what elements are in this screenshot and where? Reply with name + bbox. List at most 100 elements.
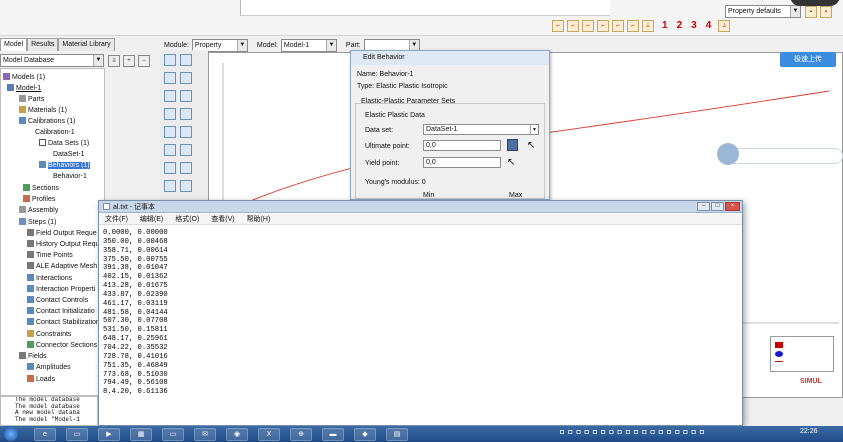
tree-item-contact-initialization[interactable]: Contact Initializatio [27, 306, 95, 317]
notepad-text-area[interactable]: 0.0000, 0.00000 350.00, 0.00468 358.71, … [103, 229, 168, 397]
create-profile-icon[interactable] [164, 108, 176, 120]
display-options-icon[interactable]: ▪ [820, 6, 832, 18]
tree-item-model-1[interactable]: Model-1 [7, 83, 41, 94]
tree-item-constraints[interactable]: Constraints [27, 329, 71, 340]
calibration-manager-icon[interactable] [180, 180, 192, 192]
section-assignment-manager-icon[interactable] [180, 90, 192, 102]
view-2-button[interactable]: 2 [677, 20, 683, 32]
view-back-icon[interactable]: ⌐ [567, 20, 579, 32]
skin-icon[interactable] [164, 162, 176, 174]
ultimate-point-field[interactable]: 0,0 [423, 140, 501, 151]
view-front-icon[interactable]: ⌐ [552, 20, 564, 32]
menu-file[interactable]: 文件(F) [105, 216, 128, 223]
view-bottom-icon[interactable]: ⌐ [597, 20, 609, 32]
tree-item-ale-adaptive-mesh[interactable]: ALE Adaptive Mesh [27, 261, 97, 272]
tree-item-contact-controls[interactable]: Contact Controls [27, 295, 88, 306]
taskbar-chat-icon[interactable]: ✉ [194, 428, 216, 441]
tree-item-field-output[interactable]: Field Output Reque [27, 228, 97, 239]
tab-results[interactable]: Results [27, 38, 59, 51]
taskbar-explorer-icon[interactable]: ▭ [66, 428, 88, 441]
minimize-icon[interactable]: – [697, 202, 710, 211]
tree-item-fields[interactable]: Fields [19, 351, 47, 362]
pick-cursor-icon[interactable]: ↖ [507, 157, 515, 168]
tree-item-behavior-1[interactable]: Behavior-1 [53, 171, 87, 182]
view-top-icon[interactable]: ⌐ [582, 20, 594, 32]
view-left-icon[interactable]: ⌐ [612, 20, 624, 32]
tree-item-interaction-properties[interactable]: Interaction Properti [27, 284, 95, 295]
orientation-manager-icon[interactable] [180, 126, 192, 138]
taskbar-notepad-icon[interactable]: ▤ [386, 428, 408, 441]
assign-section-icon[interactable] [164, 90, 176, 102]
tree-item-profiles[interactable]: Profiles [23, 194, 55, 205]
section-manager-icon[interactable] [180, 72, 192, 84]
taskbar-app-icon[interactable]: ▭ [162, 428, 184, 441]
special-inertia-icon[interactable] [164, 144, 176, 156]
maximize-icon[interactable]: □ [711, 202, 724, 211]
start-icon[interactable] [4, 427, 18, 441]
tree-item-behaviors[interactable]: Behaviors (1) [39, 160, 90, 171]
assign-orientation-icon[interactable] [164, 126, 176, 138]
view-1-button[interactable]: 1 [662, 20, 668, 32]
tree-item-models[interactable]: Models (1) [3, 72, 45, 83]
filter-icon[interactable]: ≡ [108, 55, 120, 67]
tree-item-history-output[interactable]: History Output Requ [27, 239, 99, 250]
taskbar-cmd-icon[interactable]: ▬ [322, 428, 344, 441]
attributes-icon[interactable]: ▪ [805, 6, 817, 18]
create-section-icon[interactable] [164, 72, 176, 84]
menu-format[interactable]: 格式(O) [175, 216, 199, 223]
tree-item-amplitudes[interactable]: Amplitudes [27, 362, 71, 373]
tree-item-contact-stabilization[interactable]: Contact Stabilization [27, 317, 100, 328]
tree-item-calibration-1[interactable]: Calibration-1 [35, 127, 75, 138]
tree-item-dataset-1[interactable]: DataSet-1 [53, 149, 85, 160]
taskbar-abaqus-icon[interactable]: ◆ [354, 428, 376, 441]
tree-database-select[interactable]: Model Database ▼ [0, 54, 104, 67]
tree-item-sections[interactable]: Sections [23, 183, 59, 194]
taskbar-excel-icon[interactable]: X [258, 428, 280, 441]
stringer-icon[interactable] [180, 162, 192, 174]
taskbar-app-icon[interactable]: ◉ [226, 428, 248, 441]
table-icon[interactable] [507, 139, 518, 151]
menu-help[interactable]: 帮助(H) [247, 216, 271, 223]
tree-item-time-points[interactable]: Time Points [27, 250, 73, 261]
menu-edit[interactable]: 编辑(E) [140, 216, 163, 223]
tree-item-data-sets[interactable]: Data Sets (1) [39, 138, 89, 149]
create-material-icon[interactable] [164, 54, 176, 66]
taskbar-app-icon[interactable]: ▦ [130, 428, 152, 441]
tab-model[interactable]: Model [0, 38, 28, 51]
tree-item-parts[interactable]: Parts [19, 94, 44, 105]
view-3-button[interactable]: 3 [691, 20, 697, 32]
view-4-button[interactable]: 4 [706, 20, 712, 32]
dataset-select[interactable]: DataSet-1 ▼ [423, 124, 539, 135]
expand-icon[interactable]: + [123, 55, 135, 67]
system-tray[interactable]: ◘◘◘◘◘◘◘◘◘◘◘◘◘◘◘◘◘◘ [560, 429, 800, 439]
yield-point-field[interactable]: 0,0 [423, 157, 501, 168]
inertia-manager-icon[interactable] [180, 144, 192, 156]
collapse-icon[interactable]: − [138, 55, 150, 67]
tab-material-library[interactable]: Material Library [58, 38, 115, 51]
ime-toolbar[interactable] [717, 143, 843, 165]
clock[interactable]: 22:26 [800, 428, 818, 435]
pick-cursor-icon[interactable]: ↖ [527, 140, 535, 151]
profile-manager-icon[interactable] [180, 108, 192, 120]
tree-item-calibrations[interactable]: Calibrations (1) [19, 116, 75, 127]
view-custom-icon[interactable]: ⊥ [718, 20, 731, 32]
material-manager-icon[interactable] [180, 54, 192, 66]
tree-item-connector-sections[interactable]: Connector Sections [27, 340, 97, 351]
taskbar-ie-icon[interactable]: e [34, 428, 56, 441]
message-console[interactable]: The model database The model database A … [0, 396, 98, 426]
view-iso-icon[interactable]: ⊥ [642, 20, 654, 32]
model-select[interactable]: Model-1 ▼ [280, 39, 337, 52]
tree-item-assembly[interactable]: Assembly [19, 205, 58, 216]
taskbar-app-icon[interactable]: ▶ [98, 428, 120, 441]
property-defaults-select[interactable]: Property defaults ▼ [725, 5, 801, 18]
notepad-titlebar[interactable]: al.txt - 记事本 – □ × [99, 201, 742, 213]
tree-item-interactions[interactable]: Interactions [27, 273, 72, 284]
menu-view[interactable]: 查看(V) [211, 216, 234, 223]
view-right-icon[interactable]: ⌐ [627, 20, 639, 32]
calibration-icon[interactable] [164, 180, 176, 192]
taskbar-app-icon[interactable]: ⊕ [290, 428, 312, 441]
tree-item-materials[interactable]: Materials (1) [19, 105, 67, 116]
tree-item-steps[interactable]: Steps (1) [19, 217, 56, 228]
close-icon[interactable]: × [725, 202, 740, 211]
quick-upload-button[interactable]: 极速上传 [780, 52, 836, 67]
